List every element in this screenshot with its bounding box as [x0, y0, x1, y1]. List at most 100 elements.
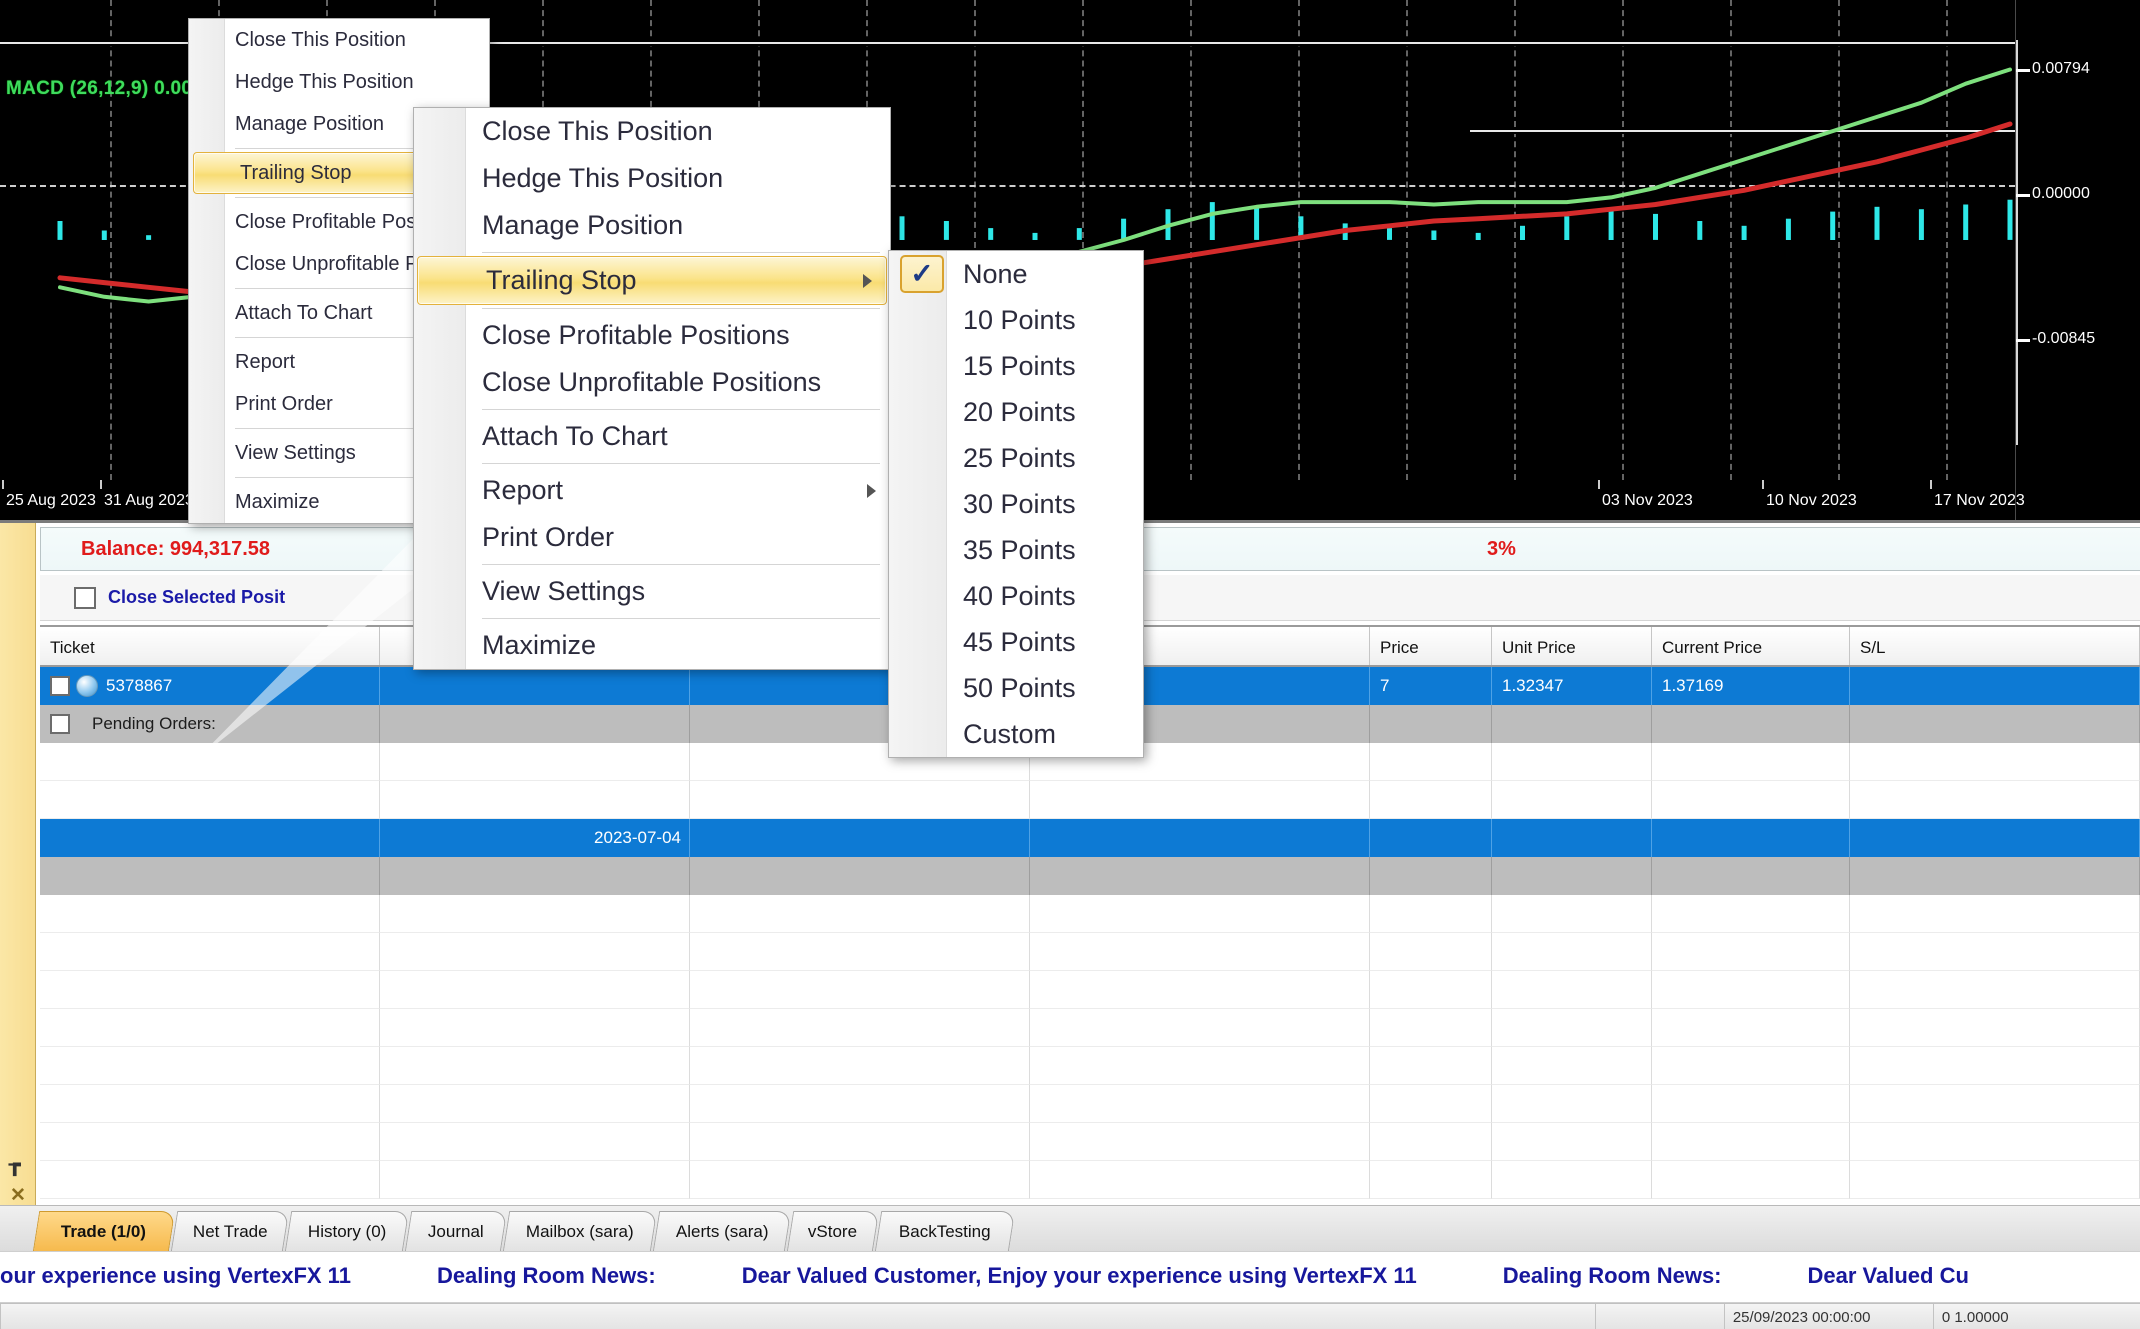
status-cell: 25/09/2023 00:00:00 — [1724, 1304, 1933, 1329]
menu-item-report[interactable]: Report — [414, 467, 890, 514]
close-icon[interactable]: ✕ — [10, 1184, 26, 1207]
table-cell — [1652, 1009, 1850, 1047]
table-cell — [1850, 819, 2140, 857]
bottom-tab-bar[interactable]: Trade (1/0)Net TradeHistory (0)Journal Ma… — [0, 1205, 2140, 1251]
menu-item-hedge-this-position[interactable]: Hedge This Position — [414, 155, 890, 202]
menu-item-20-points[interactable]: 20 Points — [889, 389, 1143, 435]
menu-item-close-this-position[interactable]: Close This Position — [189, 19, 489, 61]
menu-item-close-this-position[interactable]: Close This Position — [414, 108, 890, 155]
menu-item-hedge-this-position[interactable]: Hedge This Position — [189, 61, 489, 103]
check-icon: ✓ — [900, 255, 944, 293]
menu-item-close-profitable-positions[interactable]: Close Profitable Positions — [414, 312, 890, 359]
table-cell — [40, 781, 380, 819]
menu-item-custom[interactable]: Custom — [889, 711, 1143, 757]
news-ticker: our experience using VertexFX 11Dealing … — [0, 1251, 2140, 1303]
tab-vstore[interactable]: vStore — [787, 1211, 879, 1252]
menu-item-10-points[interactable]: 10 Points — [889, 297, 1143, 343]
table-row[interactable] — [40, 857, 2140, 895]
column-header[interactable]: Unit Price — [1492, 627, 1652, 665]
column-header[interactable]: Current Price — [1652, 627, 1850, 665]
tab-backtesting[interactable]: BackTesting — [875, 1211, 1015, 1252]
table-cell — [1492, 705, 1652, 743]
menu-item-label: Maximize — [235, 491, 319, 514]
side-tab-trade[interactable]: Trade (1/0) ┲ ✕ — [0, 523, 36, 1223]
table-cell — [1370, 781, 1492, 819]
menu-separator — [482, 618, 880, 619]
tab-net-trade[interactable]: Net Trade — [171, 1211, 289, 1252]
column-header[interactable]: S/L — [1850, 627, 2140, 665]
table-row[interactable]: 2023-07-04 — [40, 819, 2140, 857]
table-row[interactable] — [40, 971, 2140, 1009]
date-tick-label: 25 Aug 2023 — [6, 492, 96, 510]
menu-item-view-settings[interactable]: View Settings — [414, 568, 890, 615]
menu-separator — [482, 564, 880, 565]
menu-item-label: View Settings — [235, 442, 356, 465]
chevron-right-icon — [863, 274, 872, 288]
row-checkbox[interactable] — [50, 676, 70, 696]
table-cell — [1370, 971, 1492, 1009]
table-cell — [1492, 781, 1652, 819]
menu-item-print-order[interactable]: Print Order — [414, 514, 890, 561]
table-row[interactable] — [40, 1085, 2140, 1123]
menu-item-manage-position[interactable]: Manage Position — [414, 202, 890, 249]
table-cell — [1652, 819, 1850, 857]
table-cell — [380, 1161, 690, 1199]
tab-label: Mailbox (sara) — [526, 1222, 634, 1242]
tab-alerts-sara[interactable]: Alerts (sara) — [653, 1211, 791, 1252]
table-row[interactable] — [40, 933, 2140, 971]
table-row[interactable] — [40, 781, 2140, 819]
menu-item-30-points[interactable]: 30 Points — [889, 481, 1143, 527]
row-checkbox[interactable] — [50, 714, 70, 734]
column-header[interactable]: Price — [1370, 627, 1492, 665]
close-selected-checkbox[interactable] — [74, 587, 96, 609]
menu-separator — [482, 409, 880, 410]
menu-item-label: Close Profitable Positions — [482, 320, 790, 351]
menu-item-label: View Settings — [482, 576, 645, 607]
menu-item-trailing-stop[interactable]: Trailing Stop — [417, 256, 887, 305]
menu-item-close-unprofitable-positions[interactable]: Close Unprofitable Positions — [414, 359, 890, 406]
tab-trade-1-0[interactable]: Trade (1/0) — [33, 1211, 175, 1252]
table-cell — [690, 857, 1030, 895]
menu-item-label: 10 Points — [963, 305, 1076, 336]
tab-label: Alerts (sara) — [676, 1222, 769, 1242]
table-cell — [40, 933, 380, 971]
menu-item-40-points[interactable]: 40 Points — [889, 573, 1143, 619]
menu-item-25-points[interactable]: 25 Points — [889, 435, 1143, 481]
menu-item-label: Maximize — [482, 630, 596, 661]
menu-separator — [482, 252, 880, 253]
table-cell — [1652, 705, 1850, 743]
context-menu-front[interactable]: Close This PositionHedge This Position Ma… — [413, 107, 891, 670]
table-row[interactable] — [40, 1009, 2140, 1047]
table-cell — [1652, 857, 1850, 895]
date-cell: 2023-07-04 — [380, 819, 690, 857]
table-row[interactable] — [40, 1123, 2140, 1161]
ticker-message: Dear Valued Customer, Enjoy your experie… — [742, 1263, 1417, 1288]
table-cell — [1652, 1123, 1850, 1161]
table-cell — [1492, 895, 1652, 933]
menu-item-50-points[interactable]: 50 Points — [889, 665, 1143, 711]
menu-item-35-points[interactable]: 35 Points — [889, 527, 1143, 573]
date-tick-label: 17 Nov 2023 — [1934, 492, 2025, 510]
table-cell — [1370, 1047, 1492, 1085]
table-row[interactable] — [40, 895, 2140, 933]
tab-journal[interactable]: Journal — [405, 1211, 507, 1252]
menu-item-attach-to-chart[interactable]: Attach To Chart — [414, 413, 890, 460]
menu-item-maximize[interactable]: Maximize — [414, 622, 890, 669]
date-tick-mark — [2, 480, 4, 489]
menu-item-label: Manage Position — [482, 210, 683, 241]
table-cell — [1492, 1123, 1652, 1161]
table-cell — [1850, 933, 2140, 971]
menu-item-15-points[interactable]: 15 Points — [889, 343, 1143, 389]
trailing-stop-submenu[interactable]: None10 Points15 Points20 Points25 Points… — [888, 250, 1144, 758]
pin-icon[interactable]: ┲ — [9, 1154, 20, 1177]
menu-item-45-points[interactable]: 45 Points — [889, 619, 1143, 665]
ticker-content: our experience using VertexFX 11Dealing … — [0, 1263, 2055, 1289]
table-row[interactable] — [40, 1161, 2140, 1199]
tab-history-0[interactable]: History (0) — [285, 1211, 409, 1252]
date-tick-mark — [100, 480, 102, 489]
table-row[interactable] — [40, 1047, 2140, 1085]
column-header[interactable]: Ticket — [40, 627, 380, 665]
table-cell — [1492, 1085, 1652, 1123]
tab-mailbox-sara[interactable]: Mailbox (sara) — [503, 1211, 657, 1252]
price-tick-mark — [2016, 69, 2030, 72]
